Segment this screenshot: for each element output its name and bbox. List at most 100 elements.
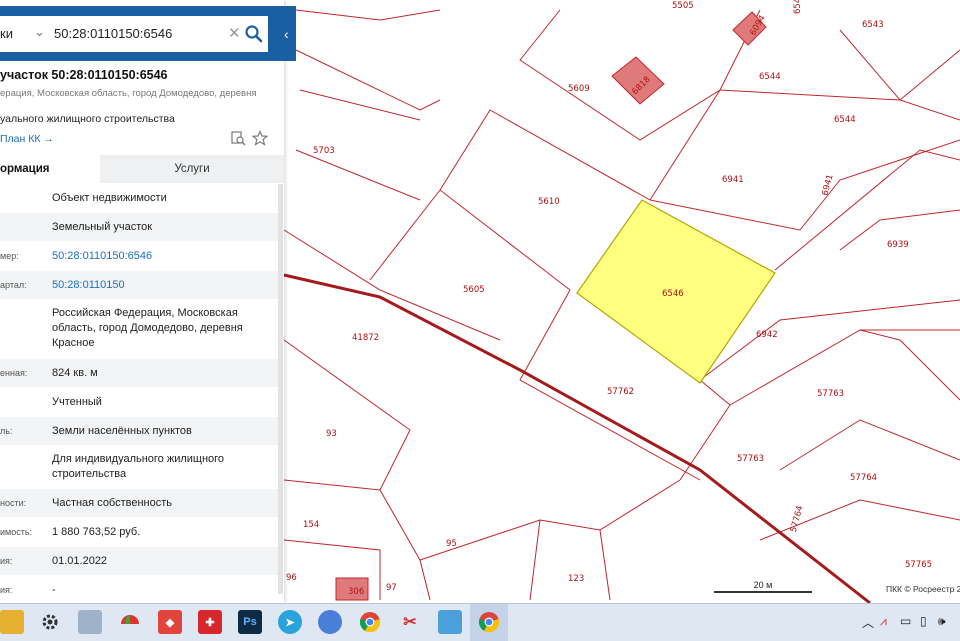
parcel-label: 57762 [607,387,634,397]
row-value: 1 880 763,52 руб. [52,526,141,538]
parcel-label: 154 [303,520,319,530]
parcel-label: 57765 [905,560,932,570]
photoshop-icon[interactable]: Ps [238,610,262,634]
chevron-down-icon[interactable]: ⌄ [34,24,45,40]
cadastral-quarter-link[interactable]: 50:28:0110150 [52,278,272,293]
row-label: ия: [0,556,13,566]
app-red-icon[interactable]: ✚ [198,610,222,634]
image-app-icon[interactable] [438,610,462,634]
star-icon[interactable] [252,130,268,146]
table-row: Объект недвижимости [0,184,278,212]
table-row: артал: 50:28:0110150 [0,271,278,299]
table-row: Российская Федерация, Московская область… [0,300,278,358]
parcel-label: 654 [793,0,803,14]
map-scale: 20 м [714,580,812,594]
volume-icon[interactable]: 🕪 [938,614,946,629]
table-row: Земельный участок [0,213,278,241]
row-value: - [52,584,56,596]
parcel-label: 6546 [662,289,684,299]
parcel-label: 5505 [672,1,694,11]
parcel-label: 5610 [538,197,560,207]
row-label: ности: [0,498,27,508]
table-row: ия: 01.01.2022 [0,547,278,575]
table-row: енная: 824 кв. м [0,359,278,387]
parcel-label: 5605 [463,285,485,295]
parcel-label: 57764 [850,473,877,483]
parcel-label: 5609 [568,84,590,94]
parcel-label: 57763 [817,389,844,399]
document-search-icon[interactable] [230,130,246,146]
file-explorer-icon[interactable] [0,610,24,634]
collapse-panel-icon[interactable]: ‹ [284,26,289,42]
row-label: имость: [0,527,33,537]
row-value: Земельный участок [52,221,153,233]
tabs: ормация Услуги [0,155,284,183]
map-copyright: ПКК © Росреестр 2 [886,584,960,594]
row-value: Учтенный [52,396,102,408]
parcel-label: 6544 [834,115,856,125]
tab-services[interactable]: Услуги [100,155,284,183]
chevron-up-icon[interactable]: ︿ [862,614,874,631]
row-value: 01.01.2022 [52,555,108,567]
plan-kk-link[interactable]: План КК → [0,133,54,145]
panel-scrollbar[interactable] [278,184,283,594]
umbrella-app-icon[interactable] [118,610,142,634]
row-label: енная: [0,368,28,378]
tab-information[interactable]: ормация [0,155,100,183]
parcel-label: 96 [286,573,297,583]
settings-gear-icon[interactable] [38,610,62,634]
row-label: артал: [0,280,27,290]
parcel-label: 6939 [887,240,909,250]
parcel-label: 57763 [737,454,764,464]
usb-icon[interactable]: ▯ [920,614,927,628]
table-row: Для индивидуального жилищного строительс… [0,446,278,488]
row-label: ия: [0,585,13,595]
table-row: ия: - [0,576,278,603]
parcel-label: 57764 [789,505,806,534]
parcel-label: 6544 [759,72,781,82]
cadastral-number-link[interactable]: 50:28:0110150:6546 [52,249,272,264]
row-value: Частная собственность [52,497,173,509]
chrome-icon[interactable] [358,610,382,634]
row-label: мер: [0,251,19,261]
object-purpose: уального жилищного строительства [0,113,175,125]
parcel-label: 93 [326,429,337,439]
table-row: имость: 1 880 763,52 руб. [0,518,278,546]
row-value: Для индивидуального жилищного строительс… [52,453,225,480]
row-value: Российская Федерация, Московская область… [52,307,243,349]
parcel-label: 97 [386,583,397,593]
object-title: участок 50:28:0110150:6546 [0,68,168,82]
row-value: Земли населённых пунктов [52,425,192,437]
search-icon[interactable] [244,24,264,44]
info-panel: участок 50:28:0110150:6546 ерация, Моско… [0,0,284,603]
table-row: Учтенный [0,388,278,416]
table-row: мер: 50:28:0110150:6546 [0,242,278,270]
taskbar: ◆ ✚ Ps ➤ ✂ ︿ ⩘ ▭ ▯ 🕪 [0,603,960,641]
search-type-select[interactable]: ки [0,26,13,41]
row-value: 824 кв. м [52,367,98,379]
parcel-label: 95 [446,539,457,549]
parcel-label: 123 [568,574,584,584]
search-input[interactable]: 50:28:0110150:6546 [54,26,172,41]
clear-icon[interactable]: ✕ [228,24,241,42]
table-row: ль: Земли населённых пунктов [0,417,278,445]
anydesk-icon[interactable]: ◆ [158,610,182,634]
unknown-app-icon[interactable] [318,610,342,634]
row-value: Объект недвижимости [52,192,167,204]
search-box[interactable]: ки ⌄ 50:28:0110150:6546 ✕ [0,16,268,52]
monitor-icon[interactable]: ▭ [900,614,911,628]
building-6818[interactable] [611,56,665,105]
scale-label: 20 м [753,580,773,590]
parcel-label: 5703 [313,146,335,156]
network-icon[interactable]: ⩘ [880,614,887,629]
telegram-icon[interactable]: ➤ [278,610,302,634]
road-boundary-line [283,273,871,603]
scale-bar [714,591,812,593]
parcel-label: 306 [348,587,364,597]
chrome-active-icon[interactable] [477,610,501,634]
image-viewer-icon[interactable] [78,610,102,634]
parcel-label: 6941 [722,175,744,185]
object-subtitle: ерация, Московская область, город Домоде… [0,88,257,99]
scissors-tool-icon[interactable]: ✂ [398,610,422,634]
parcel-label: 6941 [820,173,835,196]
